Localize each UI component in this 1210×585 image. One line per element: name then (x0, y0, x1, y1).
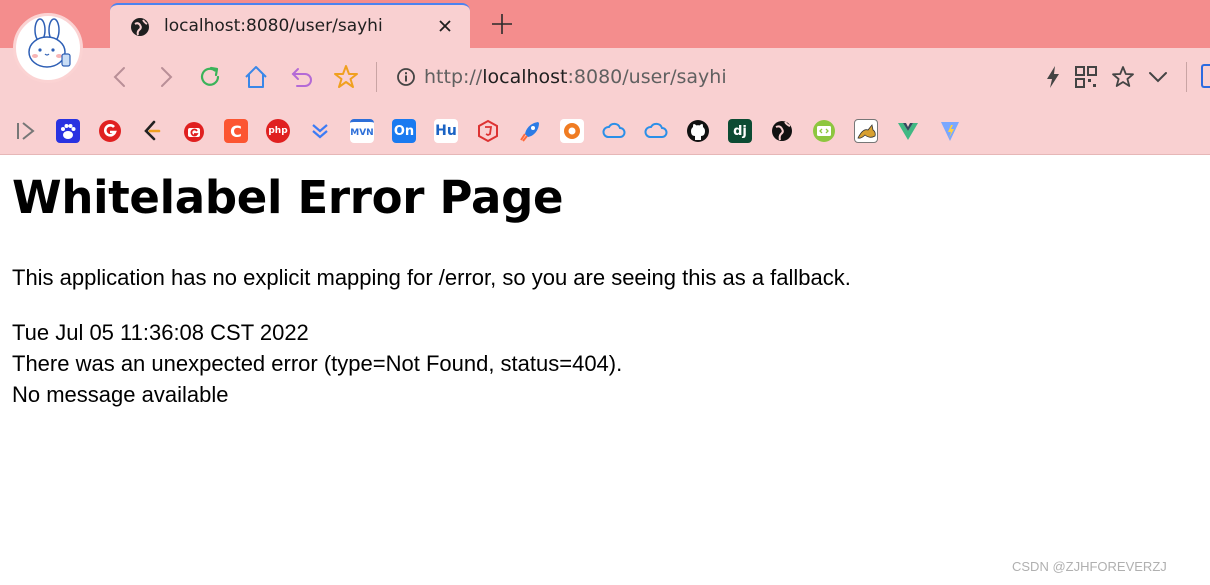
cloud-icon (602, 122, 626, 138)
tab-title: localhost:8080/user/sayhi (164, 16, 383, 36)
error-message: No message available (12, 382, 229, 407)
vue-icon (898, 123, 918, 140)
url-scheme: http:// (424, 66, 483, 88)
html5-icon (478, 119, 498, 143)
info-icon[interactable] (396, 67, 416, 87)
lightning-icon[interactable] (1040, 64, 1066, 90)
bookmark-cloud-2[interactable] (644, 119, 668, 143)
sidebar-toggle-icon[interactable] (14, 119, 38, 143)
url-text[interactable]: http://localhost:8080/user/sayhi (424, 66, 727, 88)
bookmark-gitee[interactable] (560, 119, 584, 143)
g-logo-icon (99, 120, 121, 142)
toolbar-divider-right (1186, 62, 1187, 92)
bookmark-chevrons[interactable] (308, 119, 332, 143)
chevrons-down-icon (312, 124, 328, 139)
django-icon: dj (733, 123, 747, 139)
bookmark-php[interactable]: php (266, 119, 290, 143)
error-details: There was an unexpected error (type=Not … (12, 351, 623, 376)
forward-button[interactable] (152, 64, 178, 90)
watermark: CSDN @ZJHFOREVERZJ (1012, 559, 1167, 574)
gitee-icon (564, 123, 580, 139)
bookmark-csdn[interactable]: C (224, 119, 248, 143)
code-icon (813, 120, 835, 142)
bookmark-star-icon[interactable] (1110, 64, 1136, 90)
github-icon (687, 120, 709, 142)
bookmark-red-g[interactable] (182, 119, 206, 143)
favorites-star-button[interactable] (333, 64, 359, 90)
bookmark-hu[interactable]: Hu (434, 119, 458, 143)
undo-close-tab-button[interactable] (289, 64, 315, 90)
reload-button[interactable] (197, 64, 223, 90)
back-button[interactable] (108, 64, 134, 90)
globe-icon (772, 121, 792, 141)
address-bar[interactable]: http://localhost:8080/user/sayhi (390, 58, 1030, 96)
page-description: This application has no explicit mapping… (12, 265, 851, 290)
bookmark-vite[interactable] (938, 119, 962, 143)
cloud-icon (644, 122, 668, 138)
error-timestamp: Tue Jul 05 11:36:08 CST 2022 (12, 320, 309, 345)
bookmark-vue[interactable] (896, 119, 920, 143)
leetcode-icon (144, 120, 161, 141)
tomcat-icon (857, 124, 876, 139)
qr-code-icon[interactable] (1073, 64, 1099, 90)
close-icon[interactable] (436, 17, 454, 35)
bilibili-g-icon (184, 122, 204, 142)
vite-icon (941, 122, 959, 141)
home-button[interactable] (243, 64, 269, 90)
bookmark-rocket[interactable] (518, 119, 542, 143)
c-logo-icon: C (230, 121, 242, 141)
bookmark-code[interactable] (812, 119, 836, 143)
bookmark-django[interactable]: dj (728, 119, 752, 143)
mvn-icon: MVN (350, 127, 374, 138)
bookmark-mvn[interactable]: MVN (350, 119, 374, 143)
bookmark-hex[interactable] (476, 119, 500, 143)
bookmark-leetcode[interactable] (140, 119, 164, 143)
bookmark-g[interactable] (98, 119, 122, 143)
php-icon: php (268, 126, 288, 136)
bookmarks-bar: C php MVN On Hu dj (0, 105, 1210, 155)
globe-icon (131, 18, 149, 36)
rocket-icon (520, 122, 539, 142)
bookmark-tomcat[interactable] (854, 119, 878, 143)
url-path: :8080/user/sayhi (567, 66, 727, 88)
profile-avatar[interactable] (13, 13, 83, 83)
browser-window: localhost:8080/user/sayhi http://localho… (0, 0, 1210, 585)
tab-active[interactable]: localhost:8080/user/sayhi (110, 3, 470, 48)
extension-icon[interactable] (1201, 64, 1210, 88)
bookmark-globe[interactable] (770, 119, 794, 143)
chevron-down-icon[interactable] (1145, 64, 1171, 90)
paw-icon (61, 124, 76, 139)
bookmark-baidu[interactable] (56, 119, 80, 143)
tab-strip: localhost:8080/user/sayhi (0, 0, 1210, 48)
new-tab-button[interactable] (490, 12, 514, 36)
toolbar-divider (376, 62, 377, 92)
bookmark-on[interactable]: On (392, 119, 416, 143)
hu-icon: Hu (435, 123, 457, 139)
toolbar: http://localhost:8080/user/sayhi (0, 48, 1210, 105)
bunny-avatar-icon (28, 18, 71, 68)
url-host: localhost (482, 66, 568, 88)
bookmark-cloud-1[interactable] (602, 119, 626, 143)
bookmark-github[interactable] (686, 119, 710, 143)
on-icon: On (393, 123, 415, 139)
page-title: Whitelabel Error Page (12, 171, 564, 224)
